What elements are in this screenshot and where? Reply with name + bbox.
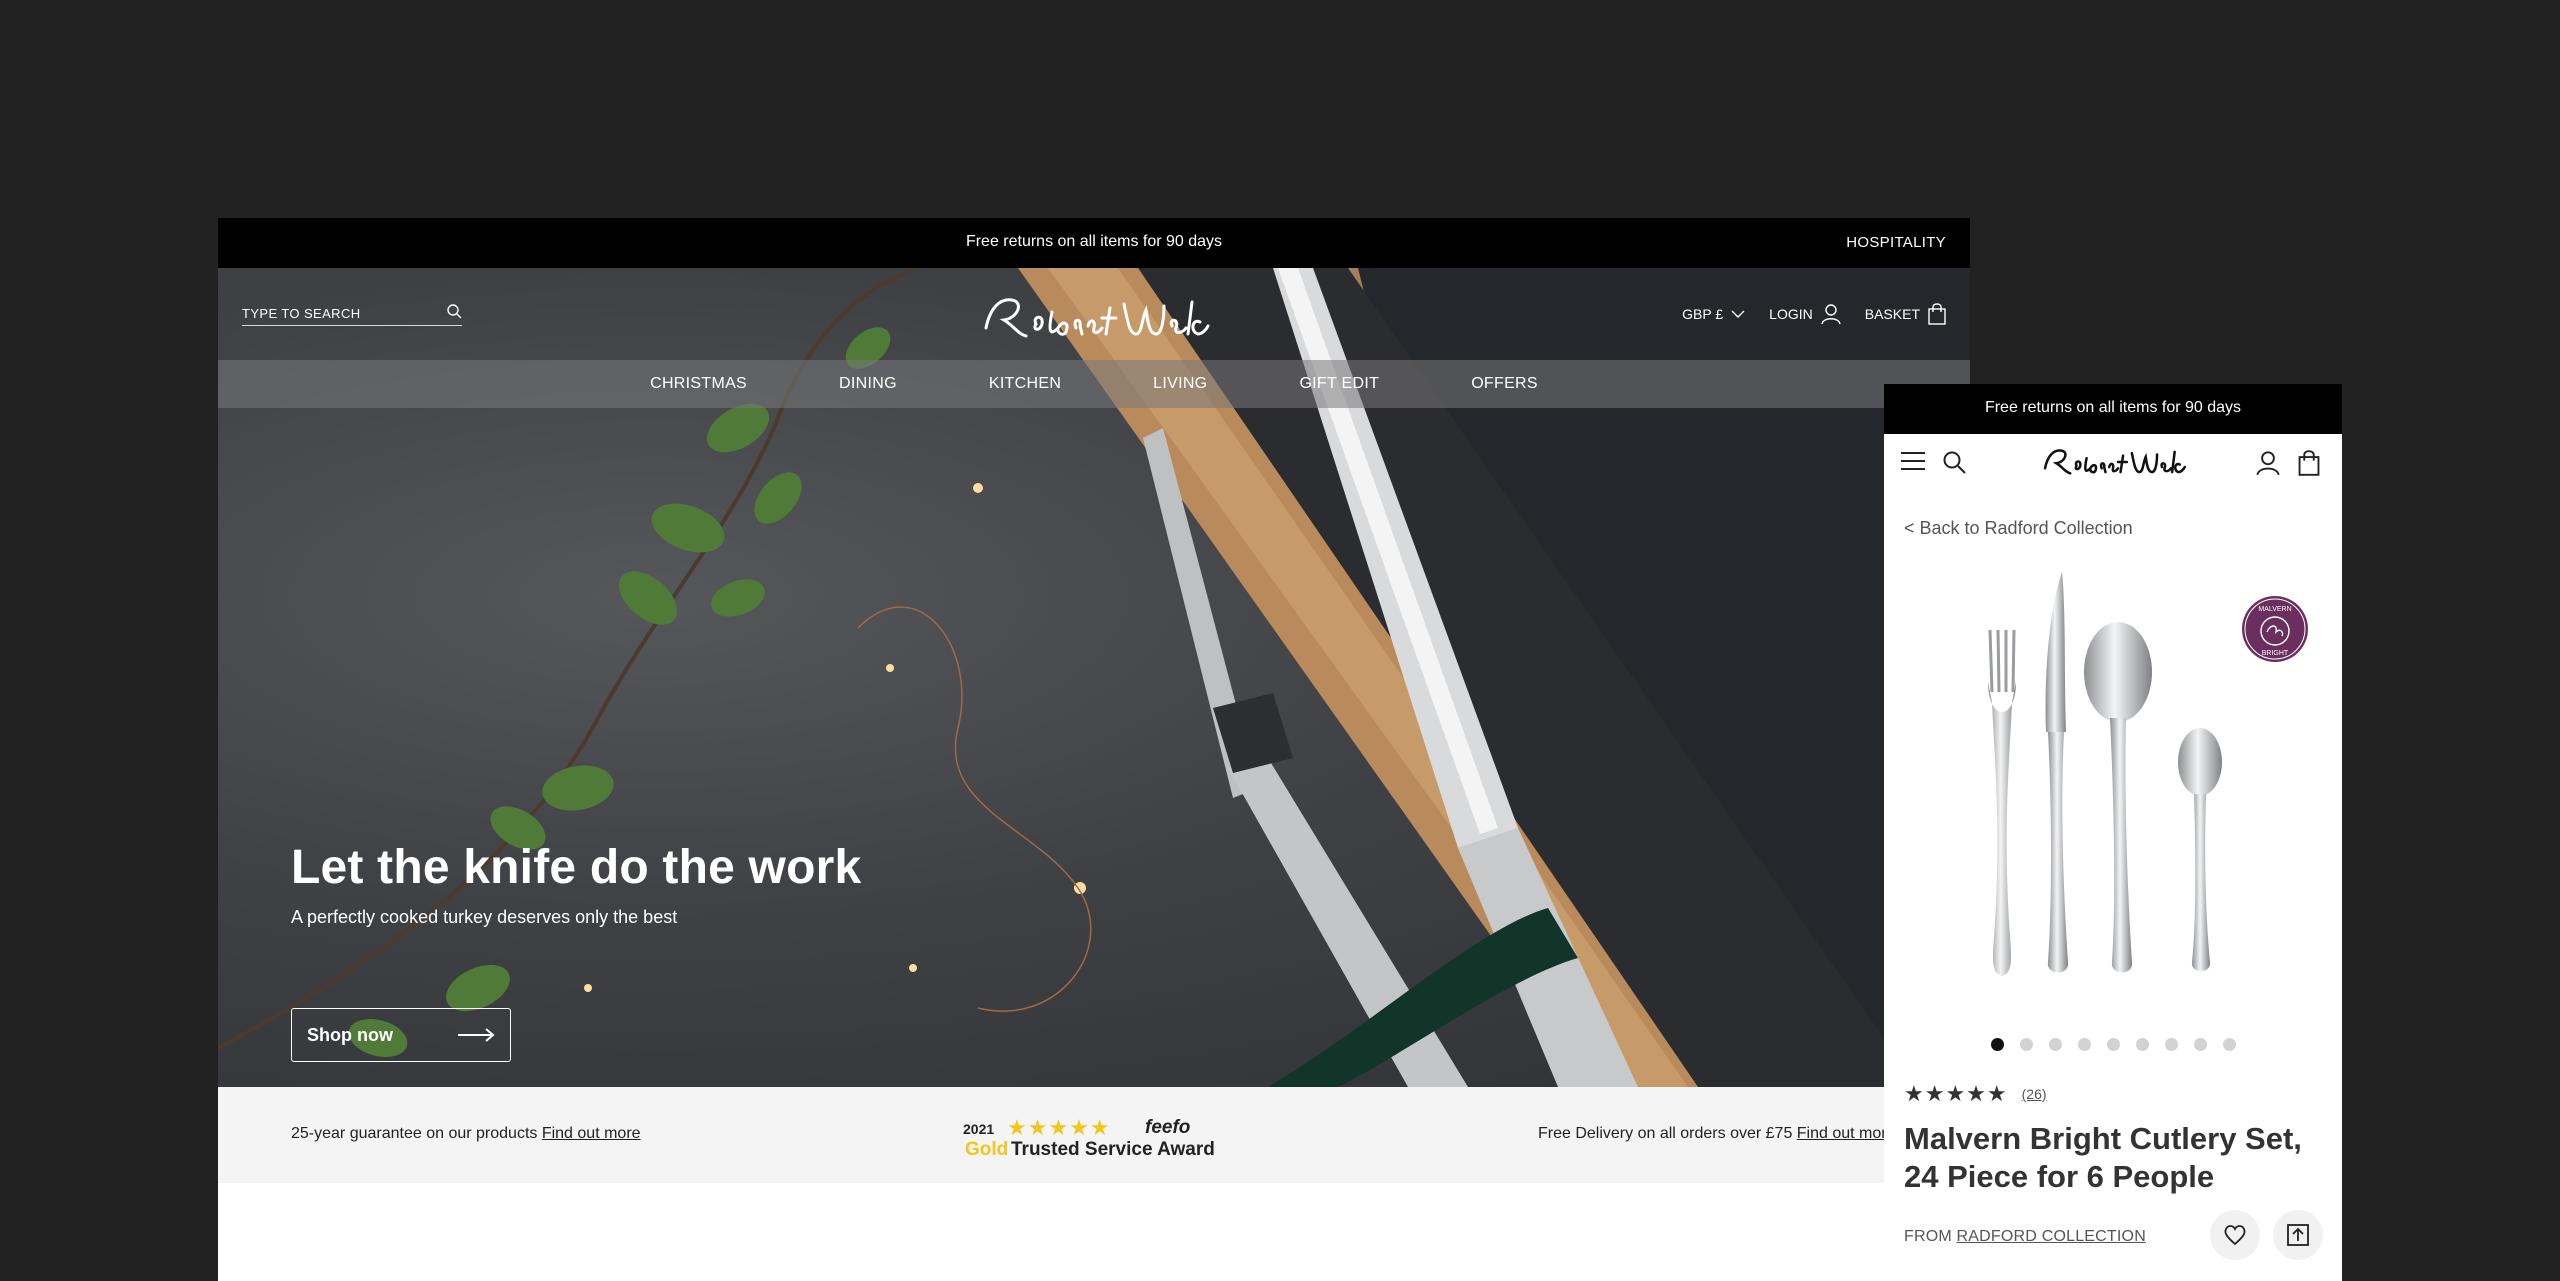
nav-item-kitchen[interactable]: KITCHEN: [989, 375, 1061, 393]
gallery-dot[interactable]: [1990, 1038, 2004, 1051]
gallery-dot[interactable]: [2019, 1038, 2033, 1051]
guarantee-text: 25-year guarantee on our products: [291, 1125, 542, 1142]
main-navigation: CHRISTMAS DINING KITCHEN LIVING GIFT EDI…: [218, 360, 1970, 408]
mobile-site: Free returns on all items for 90 days < …: [1884, 384, 2342, 1281]
login-link[interactable]: LOGIN: [1769, 303, 1841, 325]
share-button[interactable]: [2273, 1210, 2323, 1260]
badge-top-text: MALVERN: [2258, 606, 2291, 613]
nav-item-gift-edit[interactable]: GIFT EDIT: [1299, 375, 1379, 393]
feefo-brand: feefo: [1145, 1117, 1191, 1138]
share-icon: [2287, 1224, 2309, 1246]
gallery-dot[interactable]: [2193, 1038, 2207, 1051]
gallery-dot[interactable]: [2048, 1038, 2062, 1051]
from-label: FROM: [1904, 1228, 1957, 1245]
basket-label: BASKET: [1864, 306, 1920, 322]
chevron-down-icon: [1731, 310, 1745, 318]
hero-copy: Let the knife do the work A perfectly co…: [291, 840, 861, 928]
hero-title: Let the knife do the work: [291, 841, 862, 894]
delivery-find-out-more-link[interactable]: Find out more: [1797, 1125, 1896, 1142]
heart-icon: [2224, 1225, 2246, 1246]
product-title: Malvern Bright Cutlery Set, 24 Piece for…: [1904, 1121, 2302, 1194]
malvern-bright-badge: MALVERN BRIGHT: [2242, 596, 2308, 662]
bag-icon: [1928, 303, 1946, 325]
badge-bottom-text: BRIGHT: [2262, 650, 2289, 657]
back-to-collection-link[interactable]: < Back to Radford Collection: [1904, 518, 2133, 539]
nav-item-offers[interactable]: OFFERS: [1471, 375, 1538, 393]
review-count-link[interactable]: (26): [2022, 1086, 2047, 1102]
gallery-pagination: [1884, 1038, 2342, 1051]
search-icon[interactable]: [446, 303, 462, 322]
gallery-dot[interactable]: [2135, 1038, 2149, 1051]
hospitality-link[interactable]: HOSPITALITY: [1846, 234, 1946, 251]
usp-bar: 25-year guarantee on our products Find o…: [218, 1087, 1970, 1183]
currency-selector[interactable]: GBP £: [1682, 306, 1745, 322]
feefo-award[interactable]: 2021 ★★★★★ feefo Gold Trusted Service Aw…: [963, 1115, 1223, 1160]
gallery-dot[interactable]: [2164, 1038, 2178, 1051]
currency-label: GBP £: [1682, 306, 1724, 322]
product-rating: ★★★★★ (26): [1904, 1081, 2047, 1107]
collection-link[interactable]: RADFORD COLLECTION: [1957, 1228, 2146, 1245]
arrow-right-icon: [458, 1028, 495, 1042]
search-icon[interactable]: [1942, 450, 1966, 479]
menu-icon[interactable]: [1900, 450, 1926, 477]
product-collection: FROM RADFORD COLLECTION: [1904, 1228, 2146, 1246]
mobile-announcement-text: Free returns on all items for 90 days: [1984, 399, 2242, 416]
feefo-award-text: Trusted Service Award: [1011, 1139, 1215, 1160]
desktop-site: Free returns on all items for 90 days HO…: [218, 218, 1970, 1281]
nav-item-christmas[interactable]: CHRISTMAS: [650, 375, 747, 393]
login-label: LOGIN: [1769, 306, 1813, 322]
star-icon: ★★★★★: [1904, 1081, 2008, 1106]
gallery-dot[interactable]: [2077, 1038, 2091, 1051]
wishlist-button[interactable]: [2210, 1210, 2260, 1260]
search-placeholder: TYPE TO SEARCH: [242, 306, 361, 321]
shop-now-button[interactable]: Shop now: [291, 1008, 511, 1062]
star-icon: ★★★★★: [1007, 1115, 1111, 1140]
hero-banner: TYPE TO SEARCH GBP £ LOGIN BASKET CHRIST…: [218, 268, 1970, 1087]
logo-graphic: [984, 298, 1210, 338]
user-icon: [1821, 304, 1841, 325]
announcement-text: Free returns on all items for 90 days: [965, 233, 1223, 250]
nav-item-dining[interactable]: DINING: [839, 375, 897, 393]
brand-logo[interactable]: [978, 288, 1210, 348]
guarantee-usp: 25-year guarantee on our products Find o…: [291, 1125, 641, 1143]
shop-now-label: Shop now: [307, 1025, 393, 1045]
mobile-brand-logo[interactable]: [2040, 440, 2186, 484]
basket-link[interactable]: BASKET: [1865, 303, 1946, 325]
gallery-dot[interactable]: [2106, 1038, 2120, 1051]
badge-graphic: MALVERN BRIGHT: [2244, 598, 2306, 660]
product-image-graphic: [1988, 572, 2222, 976]
feefo-year: 2021: [963, 1121, 995, 1137]
feefo-gold: Gold: [965, 1139, 1009, 1160]
guarantee-find-out-more-link[interactable]: Find out more: [542, 1125, 641, 1142]
gallery-dot[interactable]: [2222, 1038, 2236, 1051]
delivery-usp: Free Delivery on all orders over £75 Fin…: [1538, 1125, 1896, 1143]
user-icon[interactable]: [2256, 450, 2280, 481]
hero-subtitle: A perfectly cooked turkey deserves only …: [291, 907, 678, 927]
header-utilities: GBP £ LOGIN BASKET: [1682, 302, 1946, 326]
search-input[interactable]: TYPE TO SEARCH: [242, 302, 462, 326]
bag-icon[interactable]: [2298, 450, 2320, 481]
mobile-logo-graphic: [2043, 449, 2186, 475]
mobile-announcement-bar: Free returns on all items for 90 days: [1884, 384, 2342, 434]
nav-item-living[interactable]: LIVING: [1153, 375, 1207, 393]
mobile-header: [1884, 434, 2342, 490]
product-image[interactable]: [1964, 572, 2264, 992]
announcement-bar: Free returns on all items for 90 days HO…: [218, 218, 1970, 268]
delivery-text: Free Delivery on all orders over £75: [1538, 1125, 1797, 1142]
